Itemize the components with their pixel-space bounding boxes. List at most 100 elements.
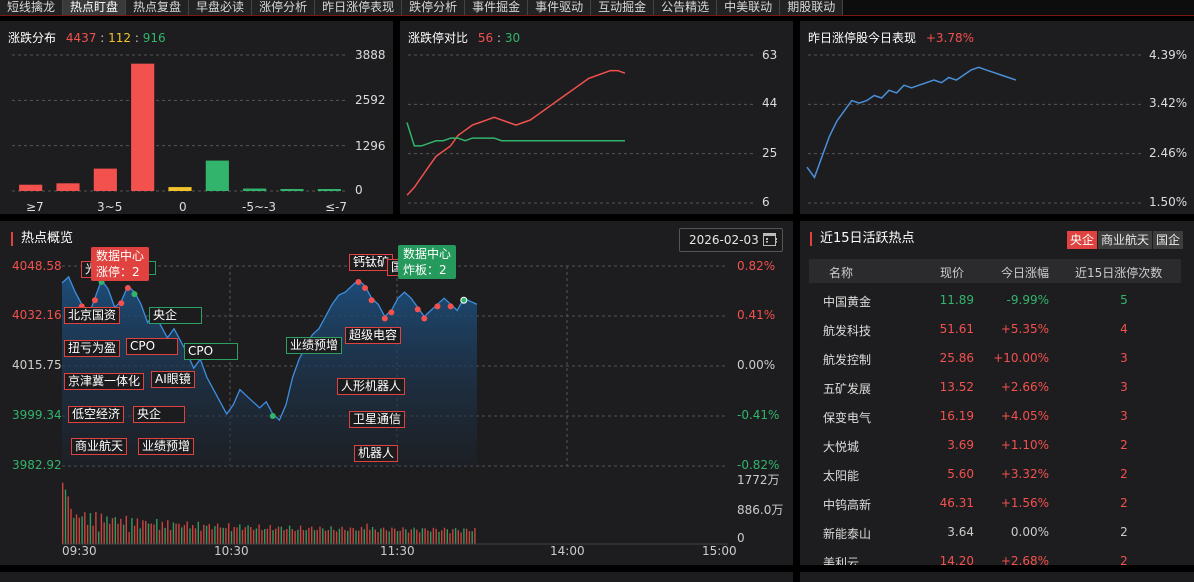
table-row[interactable]: 航发科技 51.61 +5.35% 4 (809, 316, 1181, 345)
volume-bar (313, 530, 316, 544)
series-line (406, 69, 626, 196)
tab-9[interactable]: 互动掘金 (591, 0, 655, 15)
cell-name: 美利云 (823, 556, 860, 565)
topic-tag[interactable]: CPO (184, 343, 238, 360)
table-row[interactable]: 中钨高新 46.31 +1.56% 2 (809, 490, 1181, 519)
table-row[interactable]: 美利云 14.20 +2.68% 2 (809, 548, 1181, 565)
broken-limit-bubble[interactable]: 数据中心 炸板：2 (398, 245, 457, 279)
topic-tag[interactable]: 卫星通信 (349, 411, 406, 428)
table-row[interactable]: 新能泰山 3.64 0.00% 2 (809, 519, 1181, 548)
col-header-change: 今日涨幅 (1001, 266, 1050, 280)
volume-bar (169, 530, 172, 544)
table-row[interactable]: 大悦城 3.69 +1.10% 2 (809, 432, 1181, 461)
topic-tag[interactable]: AI眼镜 (151, 371, 195, 388)
volume-bar (283, 530, 285, 544)
table-row[interactable]: 保变电气 16.19 +4.05% 3 (809, 403, 1181, 432)
volume-bar (175, 523, 177, 544)
limit-up-bubble[interactable]: 数据中心 涨停：2 (91, 247, 150, 281)
volume-bar (92, 525, 94, 544)
volume-tick: 1772万 (737, 473, 780, 487)
y-tick: 3888 (355, 48, 386, 62)
tab-7[interactable]: 事件掘金 (465, 0, 529, 15)
tab-12[interactable]: 期股联动 (780, 0, 844, 15)
event-marker (91, 297, 98, 304)
volume-bar (449, 533, 451, 544)
distribution-panel: 涨跌分布 4437 : 112 : 916 3888 2592 1296 0 ≥… (0, 21, 393, 214)
cell-price: 25.86 (939, 351, 974, 365)
cell-price: 3.64 (947, 525, 974, 539)
limit-compare-chart (406, 54, 755, 204)
topic-tag[interactable]: 扭亏为盈 (64, 340, 121, 357)
volume-bar (305, 530, 307, 544)
volume-bar (228, 523, 230, 544)
volume-bar (347, 530, 349, 544)
topic-tag[interactable]: 业绩预增 (138, 438, 195, 455)
x-tick: ≤-7 (325, 200, 348, 214)
tab-1[interactable]: 热点盯盘 (63, 0, 127, 15)
y-tick: 4.39% (1149, 48, 1188, 62)
tab-6[interactable]: 跌停分析 (402, 0, 466, 15)
hot-list-tab[interactable]: 央企 (1067, 231, 1098, 249)
tab-5[interactable]: 昨日涨停表现 (315, 0, 403, 15)
topic-tag[interactable]: CPO (126, 338, 178, 355)
topic-tag[interactable]: 业绩预增 (286, 337, 343, 354)
volume-bar (247, 525, 249, 544)
topic-tag[interactable]: 北京国资 (64, 307, 121, 324)
table-row[interactable]: 太阳能 5.60 +3.32% 2 (809, 461, 1181, 490)
volume-bar (197, 521, 199, 544)
tab-4[interactable]: 涨停分析 (252, 0, 316, 15)
y-tick: 1.50% (1149, 195, 1188, 209)
volume-bar (122, 524, 125, 544)
bottom-panel-right (800, 572, 1194, 582)
volume-bar (327, 530, 329, 544)
volume-bar (95, 511, 97, 544)
topic-tag[interactable]: 央企 (149, 307, 202, 324)
topic-tag[interactable]: 央企 (133, 406, 185, 423)
distribution-bar (317, 189, 341, 191)
topic-tag[interactable]: 低空经济 (68, 406, 125, 423)
volume-bar (457, 530, 459, 544)
volume-bar (424, 528, 426, 544)
volume-bar (371, 527, 374, 544)
cell-name: 航发控制 (823, 353, 872, 367)
event-marker (131, 291, 138, 298)
cell-change: -9.99% (1006, 293, 1049, 307)
volume-bar (111, 518, 114, 544)
topic-tag[interactable]: 机器人 (354, 445, 399, 462)
volume-bar (222, 527, 224, 544)
topic-tag[interactable]: 人形机器人 (337, 378, 406, 395)
cell-count: 3 (1120, 351, 1128, 365)
topic-tag[interactable]: 京津冀一体化 (64, 373, 145, 390)
topic-tag[interactable]: 超级电容 (345, 327, 402, 344)
volume-bar (67, 496, 69, 544)
volume-bar (186, 521, 188, 544)
tab-11[interactable]: 中美联动 (717, 0, 781, 15)
tab-0[interactable]: 短线擒龙 (0, 0, 64, 15)
volume-bar (308, 527, 310, 544)
volume-bar (385, 530, 388, 544)
tab-8[interactable]: 事件驱动 (528, 0, 592, 15)
tab-10[interactable]: 公告精选 (654, 0, 718, 15)
volume-bar (366, 523, 368, 544)
volume-bar (241, 529, 244, 544)
volume-tick: 0 (737, 531, 745, 545)
volume-bar (377, 532, 379, 544)
volume-bar (264, 529, 266, 544)
table-row[interactable]: 航发控制 25.86 +10.00% 3 (809, 345, 1181, 374)
pct-tick: -0.41% (737, 408, 780, 422)
hot-list-tab[interactable]: 商业航天 (1098, 231, 1153, 249)
tab-3[interactable]: 早盘必读 (189, 0, 253, 15)
tab-2[interactable]: 热点复盘 (126, 0, 190, 15)
table-row[interactable]: 五矿发展 13.52 +2.66% 3 (809, 374, 1181, 403)
volume-bar (396, 531, 399, 544)
cell-count: 5 (1120, 293, 1128, 307)
volume-bar (73, 517, 75, 544)
date-picker[interactable]: 2026-02-03 (679, 228, 783, 252)
pct-tick: 0.41% (737, 308, 776, 322)
hot-list-tab[interactable]: 国企 (1153, 231, 1184, 249)
topic-tag[interactable]: 商业航天 (71, 438, 128, 455)
cell-price: 5.60 (947, 467, 974, 481)
table-row[interactable]: 中国黄金 11.89 -9.99% 5 (809, 287, 1181, 316)
volume-bar (468, 531, 471, 544)
hot-list-title: 近15日活跃热点 (810, 232, 915, 246)
